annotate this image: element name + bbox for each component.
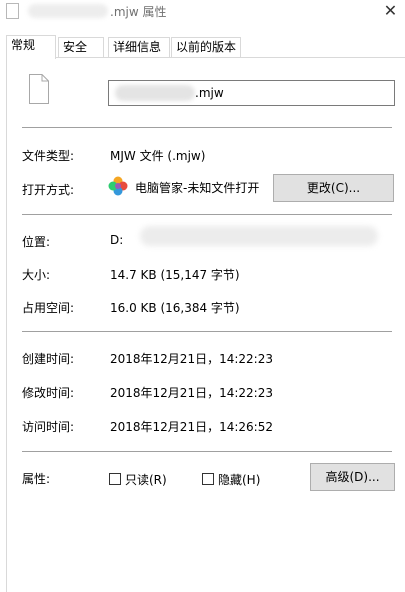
- tab-previous-versions[interactable]: 以前的版本: [171, 37, 241, 58]
- window-title: .mjw 属性: [110, 5, 167, 19]
- divider: [22, 331, 392, 332]
- blank-file-icon: [29, 74, 49, 104]
- attributes-label: 属性:: [22, 472, 51, 486]
- filename-input[interactable]: .mjw: [108, 80, 395, 106]
- redacted-path: [140, 226, 378, 246]
- tab-security[interactable]: 安全: [58, 37, 104, 58]
- divider: [22, 127, 392, 128]
- created-label: 创建时间:: [22, 352, 75, 366]
- location-value: D:: [110, 233, 124, 247]
- general-panel: [6, 57, 405, 592]
- hidden-checkbox[interactable]: [202, 473, 214, 485]
- close-icon: ✕: [383, 1, 398, 20]
- pinwheel-app-icon: [108, 176, 128, 196]
- title-bar: .mjw 属性 ✕: [0, 0, 405, 24]
- divider: [22, 214, 392, 215]
- size-value: 14.7 KB (15,147 字节): [110, 268, 240, 282]
- redacted-filename: [28, 4, 108, 18]
- accessed-label: 访问时间:: [22, 420, 75, 434]
- file-type-label: 文件类型:: [22, 149, 75, 163]
- size-label: 大小:: [22, 268, 51, 282]
- tab-details[interactable]: 详细信息: [108, 37, 170, 58]
- divider: [22, 451, 392, 452]
- file-type-value: MJW 文件 (.mjw): [110, 149, 206, 163]
- readonly-checkbox[interactable]: [109, 473, 121, 485]
- filename-extension: .mjw: [195, 86, 224, 100]
- file-icon: [6, 3, 19, 19]
- hidden-label[interactable]: 隐藏(H): [218, 471, 260, 488]
- open-with-label: 打开方式:: [22, 183, 75, 197]
- location-label: 位置:: [22, 235, 51, 249]
- modified-value: 2018年12月21日，14:22:23: [110, 386, 273, 400]
- readonly-label[interactable]: 只读(R): [125, 471, 167, 488]
- created-value: 2018年12月21日，14:22:23: [110, 352, 273, 366]
- size-on-disk-label: 占用空间:: [22, 301, 75, 315]
- size-on-disk-value: 16.0 KB (16,384 字节): [110, 301, 240, 315]
- tab-general[interactable]: 常规: [6, 35, 56, 59]
- modified-label: 修改时间:: [22, 386, 75, 400]
- accessed-value: 2018年12月21日，14:26:52: [110, 420, 273, 434]
- open-with-app: 电脑管家-未知文件打开: [135, 181, 260, 195]
- redacted-filename: [115, 85, 195, 101]
- change-button[interactable]: 更改(C)...: [273, 174, 394, 202]
- advanced-button[interactable]: 高级(D)...: [310, 463, 395, 491]
- close-button[interactable]: ✕: [376, 0, 405, 22]
